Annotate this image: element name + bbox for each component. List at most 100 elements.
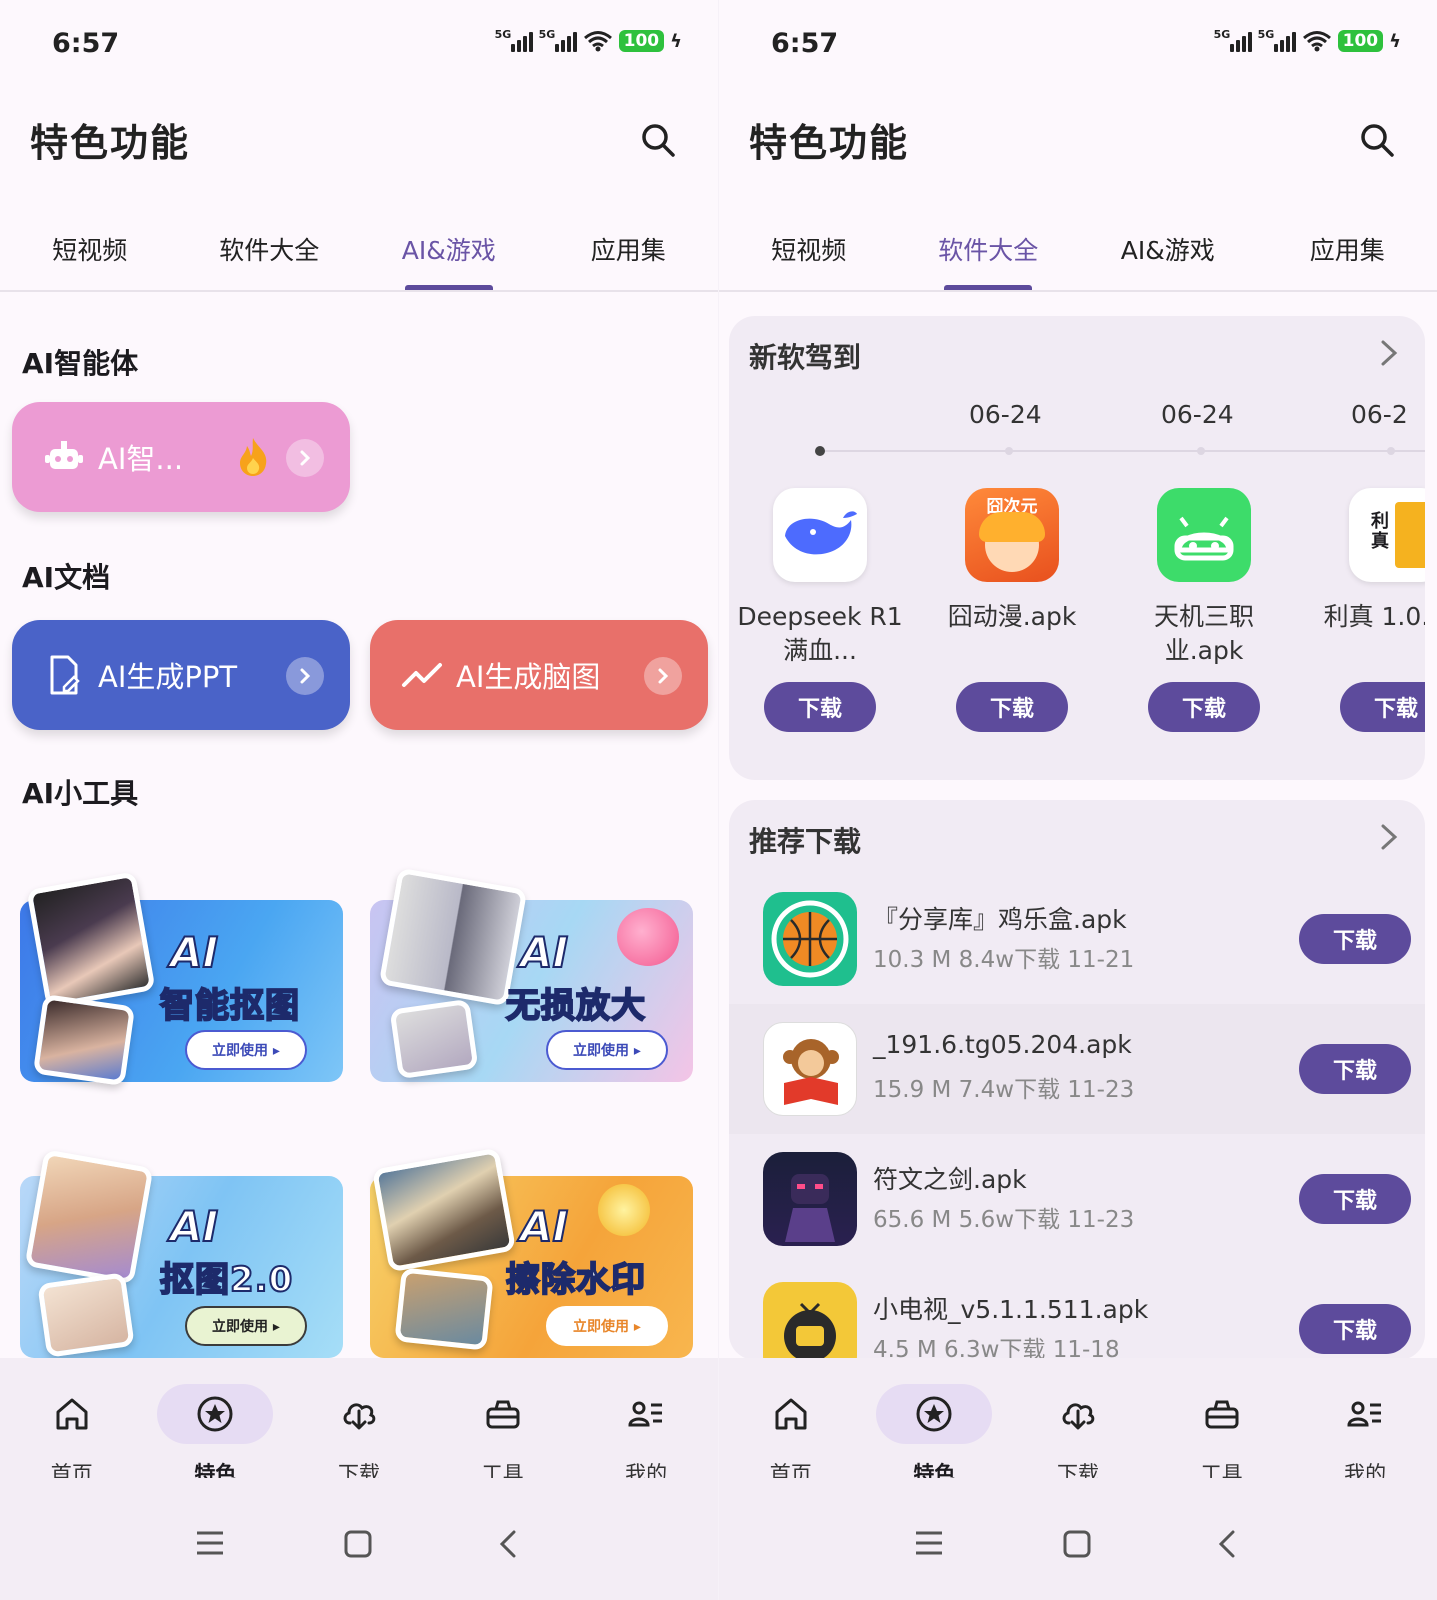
search-icon[interactable] — [1359, 122, 1395, 158]
timeline-dot — [815, 446, 825, 456]
status-time: 6:57 — [52, 28, 120, 59]
back-icon[interactable] — [1217, 1530, 1237, 1558]
banner-use-button[interactable]: 立即使用 ▸ — [546, 1306, 668, 1346]
nav-download[interactable]: 下载 — [287, 1358, 431, 1486]
right-screen: 6:57 5G 5G 100 ϟ 特色功能 短视频 软件大全 AI&游戏 应用集… — [719, 0, 1437, 1600]
portrait-image — [37, 1272, 135, 1358]
banner-use-button[interactable]: 立即使用 ▸ — [546, 1030, 668, 1070]
banner-ai-cutout-2[interactable]: AI 抠图2.0 立即使用 ▸ — [20, 1149, 343, 1358]
back-icon[interactable] — [498, 1530, 518, 1558]
system-navigation — [0, 1478, 718, 1600]
download-button[interactable]: 下载 — [956, 682, 1068, 732]
bubble-decoration — [617, 908, 679, 966]
list-item[interactable]: _191.6.tg05.204.apk 15.9 M 7.4w下载 11-23 … — [729, 1004, 1425, 1134]
chevron-right-icon — [286, 439, 324, 477]
document-edit-icon — [50, 655, 80, 695]
banner-title: 无损放大 — [505, 985, 646, 1027]
nav-tools[interactable]: 工具 — [431, 1358, 575, 1486]
recommended-card: 推荐下载 『分享库』鸡乐盒.apk 10.3 M 8.4w下载 11-21 下载… — [729, 800, 1425, 1360]
ai-mindmap-button[interactable]: AI生成脑图 — [370, 620, 708, 730]
ai-ppt-label: AI生成PPT — [98, 660, 238, 694]
wifi-icon — [1302, 30, 1332, 52]
download-button[interactable]: 下载 — [1340, 682, 1425, 732]
portrait-image — [24, 1149, 154, 1285]
banner-ai-watermark[interactable]: AI 擦除水印 立即使用 ▸ — [370, 1147, 693, 1358]
trend-icon — [402, 663, 442, 687]
nav-home[interactable]: 首页 — [719, 1358, 863, 1486]
tab-short-video[interactable]: 短视频 — [719, 215, 899, 290]
wifi-icon — [583, 30, 613, 52]
chevron-right-icon[interactable] — [1373, 338, 1403, 368]
app-meta: 4.5 M 6.3w下载 11-18 — [873, 1337, 1120, 1360]
category-tabs: 短视频 软件大全 AI&游戏 应用集 — [719, 215, 1437, 292]
app-name: 小电视_v5.1.1.511.apk — [873, 1295, 1149, 1324]
banner-ai-text: AI — [169, 927, 219, 978]
toolbox-icon — [486, 1400, 520, 1429]
ai-mindmap-label: AI生成脑图 — [456, 660, 601, 694]
profile-icon — [1347, 1401, 1382, 1427]
menu-icon[interactable] — [914, 1530, 944, 1556]
home-square-icon[interactable] — [344, 1530, 372, 1558]
search-icon[interactable] — [640, 122, 676, 158]
banner-ai-upscale[interactable]: AI 无损放大 立即使用 ▸ — [370, 867, 693, 1082]
tab-app-collection[interactable]: 应用集 — [1258, 215, 1437, 290]
tab-app-collection[interactable]: 应用集 — [539, 215, 719, 290]
timeline-date: 06-2 — [1351, 400, 1408, 429]
landscape-image — [394, 1267, 494, 1351]
nav-home[interactable]: 首页 — [0, 1358, 144, 1486]
banner-use-button[interactable]: 立即使用 ▸ — [185, 1030, 307, 1070]
nav-tools[interactable]: 工具 — [1150, 1358, 1294, 1486]
list-item[interactable]: 符文之剑.apk 65.6 M 5.6w下载 11-23 下载 — [729, 1134, 1425, 1264]
app-name: 利真 1.0.0.a — [1323, 602, 1425, 631]
section-title-ai-tools: AI小工具 — [22, 772, 149, 814]
home-icon — [775, 1398, 807, 1430]
chevron-right-icon — [644, 657, 682, 695]
ai-ppt-button[interactable]: AI生成PPT — [12, 620, 350, 730]
list-item[interactable]: 『分享库』鸡乐盒.apk 10.3 M 8.4w下载 11-21 下载 — [729, 874, 1425, 1004]
download-button[interactable]: 下载 — [764, 682, 876, 732]
profile-icon — [628, 1401, 663, 1427]
tab-ai-games[interactable]: AI&游戏 — [359, 215, 539, 290]
nav-featured[interactable]: 特色 — [863, 1358, 1007, 1486]
basketball-app-icon — [763, 892, 857, 986]
chevron-right-icon[interactable] — [1373, 822, 1403, 852]
ai-agent-label: AI智... — [98, 442, 184, 476]
bottom-navigation: 首页 特色 下载 工具 我的 — [719, 1358, 1437, 1486]
tab-short-video[interactable]: 短视频 — [0, 215, 180, 290]
star-circle-icon — [916, 1396, 952, 1432]
home-square-icon[interactable] — [1063, 1530, 1091, 1558]
signal-icon: 5G — [1214, 28, 1252, 52]
download-button[interactable]: 下载 — [1299, 1304, 1411, 1354]
tab-software[interactable]: 软件大全 — [180, 215, 360, 290]
nav-featured[interactable]: 特色 — [144, 1358, 288, 1486]
download-button[interactable]: 下载 — [1299, 1044, 1411, 1094]
status-time: 6:57 — [771, 28, 839, 59]
menu-icon[interactable] — [195, 1530, 225, 1556]
nav-download[interactable]: 下载 — [1006, 1358, 1150, 1486]
cloud-download-icon — [1062, 1403, 1095, 1430]
banner-ai-cutout[interactable]: AI 智能抠图 立即使用 ▸ — [20, 871, 343, 1087]
new-arrivals-title: 新软驾到 — [749, 341, 862, 374]
tab-software[interactable]: 软件大全 — [899, 215, 1079, 290]
new-app-item[interactable]: Deepseek R1满血... 下载 — [735, 488, 905, 732]
new-app-item[interactable]: 利真 利真 1.0.0.a 下载 — [1311, 488, 1425, 732]
new-app-item[interactable]: 天机三职业.apk 下载 — [1119, 488, 1289, 732]
ai-agent-button[interactable]: AI智... — [12, 402, 350, 512]
charging-icon: ϟ — [1389, 30, 1401, 52]
nav-profile[interactable]: 我的 — [574, 1358, 718, 1486]
new-app-item[interactable]: 囧次元 囧动漫.apk 下载 — [927, 488, 1097, 732]
tab-ai-games[interactable]: AI&游戏 — [1078, 215, 1258, 290]
download-button[interactable]: 下载 — [1148, 682, 1260, 732]
download-button[interactable]: 下载 — [1299, 1174, 1411, 1224]
banner-use-button[interactable]: 立即使用 ▸ — [185, 1306, 307, 1346]
status-bar: 6:57 5G 5G 100 ϟ — [719, 0, 1437, 92]
nav-profile[interactable]: 我的 — [1293, 1358, 1437, 1486]
game-app-icon — [763, 1152, 857, 1246]
download-button[interactable]: 下载 — [1299, 914, 1411, 964]
battery-indicator: 100 — [1337, 30, 1384, 52]
app-name: _191.6.tg05.204.apk — [873, 1030, 1132, 1059]
signal-icon: 5G — [1258, 28, 1296, 52]
banner-ai-text: AI — [519, 927, 569, 978]
landscape-image — [371, 1147, 517, 1273]
list-item[interactable]: 小电视_v5.1.1.511.apk 4.5 M 6.3w下载 11-18 下载 — [729, 1264, 1425, 1360]
